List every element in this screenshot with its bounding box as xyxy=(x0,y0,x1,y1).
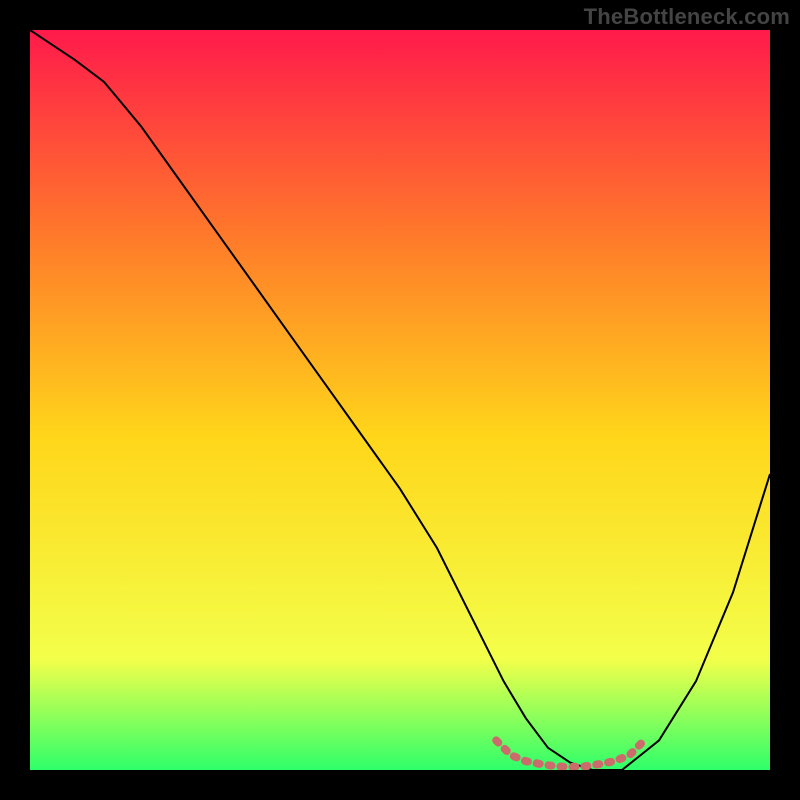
chart-frame: TheBottleneck.com xyxy=(0,0,800,800)
bottleneck-chart xyxy=(30,30,770,770)
attribution-label: TheBottleneck.com xyxy=(584,4,790,30)
gradient-background xyxy=(30,30,770,770)
plot-area xyxy=(30,30,770,770)
